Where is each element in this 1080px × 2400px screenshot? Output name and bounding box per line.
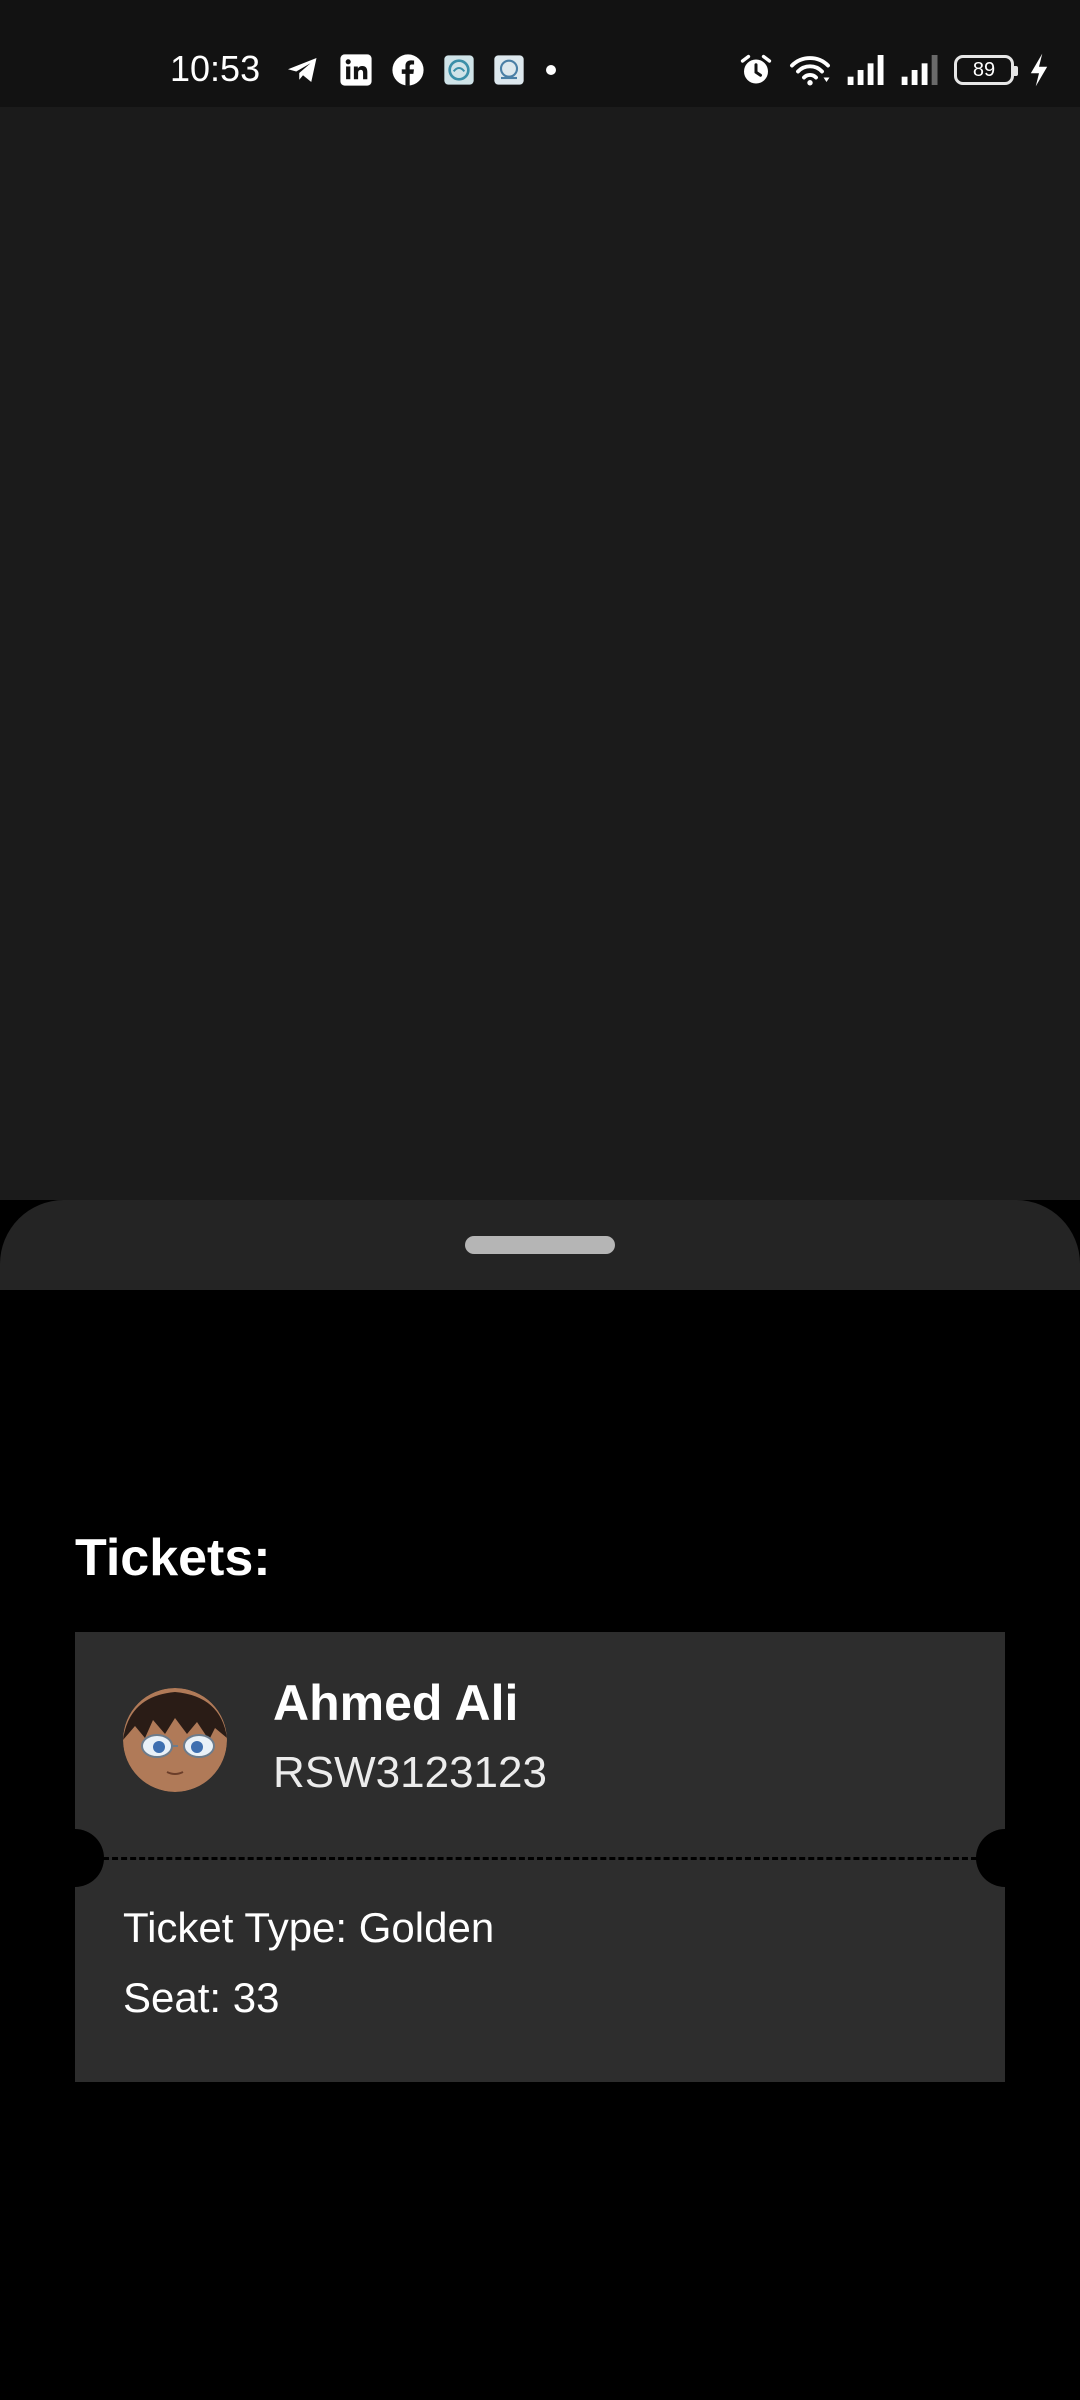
battery-level: 89 <box>972 58 996 81</box>
status-bar: 10:53 89 <box>0 0 1080 107</box>
ticket-notch-right <box>976 1829 1005 1887</box>
status-time: 10:53 <box>170 48 261 89</box>
bottom-sheet: Tickets: Ahmed Ali RSW3123123 Ticket Typ… <box>0 1290 1080 2400</box>
section-title: Tickets: <box>75 1529 271 1587</box>
ticket-notch-left <box>75 1829 104 1887</box>
charging-icon <box>1030 53 1048 87</box>
signal-icon-2 <box>901 55 938 85</box>
dimmed-backdrop[interactable] <box>0 107 1080 1200</box>
status-system-icons: 89 <box>738 52 1050 88</box>
app-icon-1 <box>444 55 474 85</box>
alarm-icon <box>740 54 772 84</box>
linkedin-icon <box>340 54 372 86</box>
telegram-icon <box>288 58 317 82</box>
drag-handle[interactable] <box>465 1236 615 1254</box>
bottom-sheet-header[interactable] <box>0 1200 1080 1290</box>
ticket-type: Ticket Type: Golden <box>123 1904 495 1951</box>
notification-dot-icon <box>546 65 556 75</box>
signal-icon <box>847 55 884 85</box>
app-icon-2 <box>494 55 524 85</box>
ticket-seat: Seat: 33 <box>123 1974 280 2021</box>
battery-icon: 89 <box>954 55 1018 85</box>
ticket-holder-name: Ahmed Ali <box>273 1675 519 1731</box>
status-notification-icons <box>285 52 559 88</box>
wifi-icon <box>790 56 830 86</box>
ticket-code: RSW3123123 <box>273 1748 547 1797</box>
ticket-card[interactable]: Ahmed Ali RSW3123123 Ticket Type: Golden… <box>75 1632 1005 2082</box>
facebook-icon <box>392 54 424 86</box>
ticket-perforation <box>103 1857 977 1860</box>
avatar <box>123 1688 227 1792</box>
